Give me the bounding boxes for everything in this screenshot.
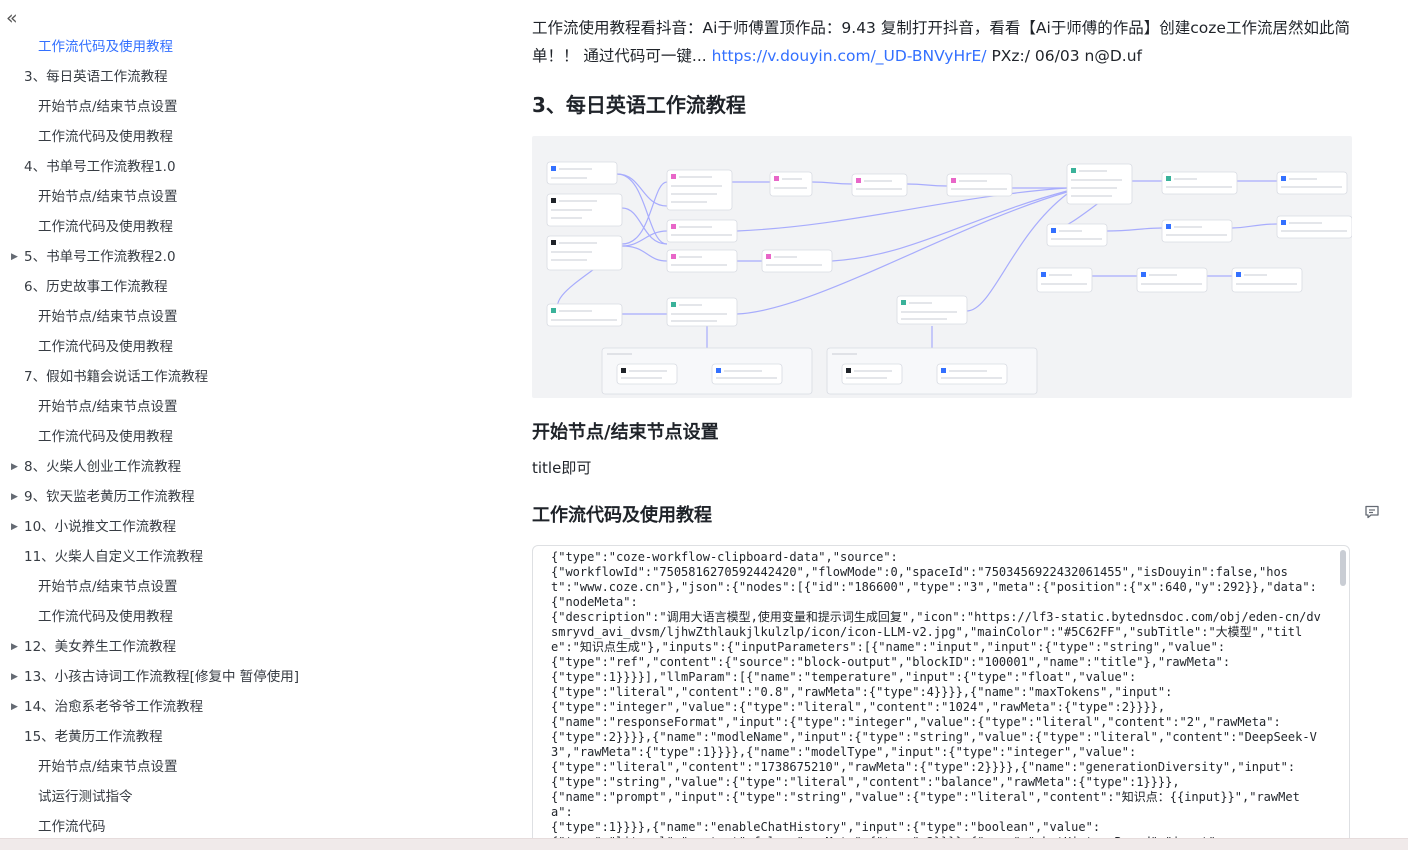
code-block[interactable]: {"type":"coze-workflow-clipboard-data","… xyxy=(532,545,1350,849)
toc-item[interactable]: 开始节点/结束节点设置 xyxy=(0,302,500,332)
workflow-diagram-image[interactable] xyxy=(532,136,1352,398)
code-scrollbar[interactable] xyxy=(1340,550,1346,586)
toc-item[interactable]: ▶ 13、小孩古诗词工作流教程[修复中 暂停使用] xyxy=(0,662,500,692)
toc-item[interactable]: ▶ 8、火柴人创业工作流教程 xyxy=(0,452,500,482)
toc-item-label: 开始节点/结束节点设置 xyxy=(38,579,178,595)
toc-item-label: 4、书单号工作流教程1.0 xyxy=(24,159,176,175)
toc-item-label: 试运行测试指令 xyxy=(38,789,133,805)
toc-item[interactable]: 工作流代码及使用教程 xyxy=(0,32,500,62)
toc-item-label: 工作流代码及使用教程 xyxy=(38,219,173,235)
toc-item[interactable]: ▶ 5、书单号工作流教程2.0 xyxy=(0,242,500,272)
intro-paragraph: 工作流使用教程看抖音：Ai于师傅置顶作品：9.43 复制打开抖音，看看【Ai于师… xyxy=(532,14,1352,70)
double-chevron-left-icon[interactable]: « xyxy=(6,8,26,28)
start-end-node-text: title即可 xyxy=(532,459,592,477)
toc-item[interactable]: 工作流代码及使用教程 xyxy=(0,122,500,152)
bottom-bar xyxy=(0,838,1408,850)
workflow-nodes xyxy=(546,161,1352,395)
toc-item-label: 9、钦天监老黄历工作流教程 xyxy=(24,489,195,505)
toc-item-label: 工作流代码及使用教程 xyxy=(38,609,173,625)
caret-right-icon[interactable]: ▶ xyxy=(11,242,18,272)
start-end-node-heading: 开始节点/结束节点设置 xyxy=(532,422,719,443)
toc-item-label: 10、小说推文工作流教程 xyxy=(24,519,177,535)
douyin-link[interactable]: https://v.douyin.com/_UD-BNVyHrE/ xyxy=(712,47,987,65)
caret-right-icon[interactable]: ▶ xyxy=(11,662,18,692)
toc-item-label: 开始节点/结束节点设置 xyxy=(38,759,178,775)
workflow-code-heading: 工作流代码及使用教程 xyxy=(532,505,712,526)
toc-item-label: 8、火柴人创业工作流教程 xyxy=(24,459,182,475)
workflow-diagram-svg xyxy=(546,161,1352,395)
toc-item-label: 6、历史故事工作流教程 xyxy=(24,279,168,295)
caret-right-icon[interactable]: ▶ xyxy=(11,452,18,482)
toc-item-label: 5、书单号工作流教程2.0 xyxy=(24,249,176,265)
toc-item-label: 开始节点/结束节点设置 xyxy=(38,99,178,115)
toc-item-label: 开始节点/结束节点设置 xyxy=(38,399,178,415)
toc-item[interactable]: 3、每日英语工作流教程 xyxy=(0,62,500,92)
toc-item-label: 工作流代码及使用教程 xyxy=(38,339,173,355)
toc-item[interactable]: 4、书单号工作流教程1.0 xyxy=(0,152,500,182)
toc-item[interactable]: 开始节点/结束节点设置 xyxy=(0,392,500,422)
toc-item[interactable]: 开始节点/结束节点设置 xyxy=(0,752,500,782)
toc-item[interactable]: ▶ 12、美女养生工作流教程 xyxy=(0,632,500,662)
toc-item-label: 3、每日英语工作流教程 xyxy=(24,69,168,85)
toc-item[interactable]: 开始节点/结束节点设置 xyxy=(0,92,500,122)
toc-item[interactable]: 开始节点/结束节点设置 xyxy=(0,572,500,602)
toc-item-label: 15、老黄历工作流教程 xyxy=(24,729,163,745)
toc-item-label: 工作流代码及使用教程 xyxy=(38,129,173,145)
toc-item[interactable]: ▶ 10、小说推文工作流教程 xyxy=(0,512,500,542)
toc-item-label: 开始节点/结束节点设置 xyxy=(38,189,178,205)
caret-right-icon[interactable]: ▶ xyxy=(11,632,18,662)
toc-item[interactable]: 工作流代码及使用教程 xyxy=(0,422,500,452)
toc-item[interactable]: 11、火柴人自定义工作流教程 xyxy=(0,542,500,572)
comment-icon[interactable] xyxy=(1364,504,1380,520)
toc-item-label: 13、小孩古诗词工作流教程[修复中 暂停使用] xyxy=(24,669,300,685)
toc-item-label: 11、火柴人自定义工作流教程 xyxy=(24,549,204,565)
toc-item-label: 12、美女养生工作流教程 xyxy=(24,639,177,655)
toc-item[interactable]: 工作流代码及使用教程 xyxy=(0,332,500,362)
toc-item[interactable]: ▶ 14、治愈系老爷爷工作流教程 xyxy=(0,692,500,722)
workflow-code[interactable]: {"type":"coze-workflow-clipboard-data","… xyxy=(533,546,1349,849)
toc-item[interactable]: 开始节点/结束节点设置 xyxy=(0,182,500,212)
toc-item[interactable]: 15、老黄历工作流教程 xyxy=(0,722,500,752)
toc-item-label: 工作流代码及使用教程 xyxy=(38,39,173,55)
caret-right-icon[interactable]: ▶ xyxy=(11,512,18,542)
sidebar-toc: « 工作流代码及使用教程 3、每日英语工作流教程开始节点/结束节点设置 工作流代码及… xyxy=(0,0,500,849)
toc-item[interactable]: 试运行测试指令 xyxy=(0,782,500,812)
toc-item[interactable]: ▶ 9、钦天监老黄历工作流教程 xyxy=(0,482,500,512)
comment-icon-svg xyxy=(1365,505,1379,519)
toc-item-label: 开始节点/结束节点设置 xyxy=(38,309,178,325)
toc-item-label: 工作流代码及使用教程 xyxy=(38,429,173,445)
toc-item-label: 工作流代码 xyxy=(38,819,106,835)
caret-right-icon[interactable]: ▶ xyxy=(11,482,18,512)
toc-item[interactable]: 工作流代码及使用教程 xyxy=(0,212,500,242)
section-heading: 3、每日英语工作流教程 xyxy=(532,93,746,117)
toc-item-label: 7、假如书籍会说话工作流教程 xyxy=(24,369,209,385)
toc-item-label: 14、治愈系老爷爷工作流教程 xyxy=(24,699,204,715)
toc-list: 工作流代码及使用教程 3、每日英语工作流教程开始节点/结束节点设置 工作流代码及使用… xyxy=(0,32,500,842)
intro-suffix: PXz:/ 06/03 n@D.uf xyxy=(986,47,1142,65)
toc-item[interactable]: 工作流代码及使用教程 xyxy=(0,602,500,632)
toc-item[interactable]: 7、假如书籍会说话工作流教程 xyxy=(0,362,500,392)
caret-right-icon[interactable]: ▶ xyxy=(11,692,18,722)
doc-content: 工作流使用教程看抖音：Ai于师傅置顶作品：9.43 复制打开抖音，看看【Ai于师… xyxy=(532,0,1352,849)
toc-item[interactable]: 6、历史故事工作流教程 xyxy=(0,272,500,302)
